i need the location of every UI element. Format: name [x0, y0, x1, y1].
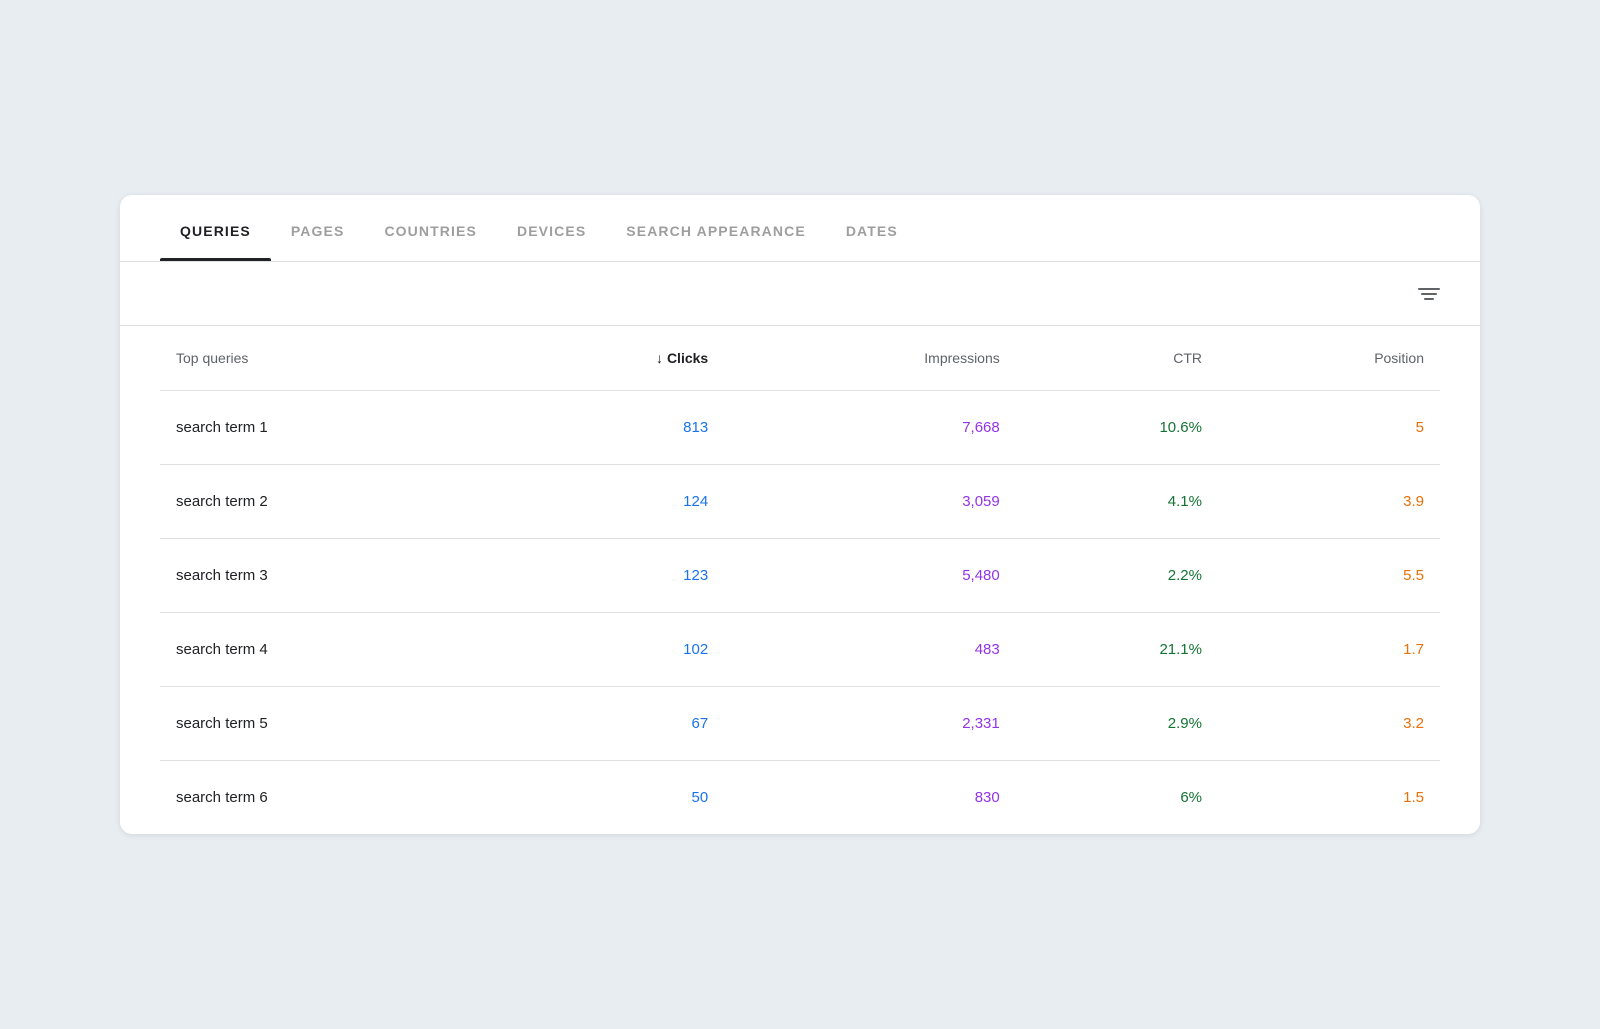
tab-dates[interactable]: DATES	[826, 195, 918, 261]
cell-query: search term 5	[160, 687, 496, 761]
sort-arrow-icon: ↓	[656, 350, 663, 366]
table-row: search term 5672,3312.9%3.2	[160, 687, 1440, 761]
tab-search-appearance[interactable]: SEARCH APPEARANCE	[606, 195, 826, 261]
cell-query: search term 3	[160, 539, 496, 613]
cell-clicks: 102	[496, 613, 725, 687]
filter-line-2	[1421, 293, 1437, 295]
filter-button[interactable]	[1418, 288, 1440, 300]
cell-impressions: 830	[724, 761, 1016, 835]
table-body: search term 18137,66810.6%5search term 2…	[160, 391, 1440, 835]
filter-line-1	[1418, 288, 1440, 290]
cell-position: 1.5	[1218, 761, 1440, 835]
cell-ctr: 2.2%	[1016, 539, 1218, 613]
cell-impressions: 483	[724, 613, 1016, 687]
cell-clicks: 50	[496, 761, 725, 835]
table-row: search term 21243,0594.1%3.9	[160, 465, 1440, 539]
cell-clicks: 123	[496, 539, 725, 613]
data-table-container: Top queries ↓Clicks Impressions CTR Posi…	[120, 326, 1480, 834]
cell-query: search term 2	[160, 465, 496, 539]
tab-queries[interactable]: QUERIES	[160, 195, 271, 261]
tab-pages[interactable]: PAGES	[271, 195, 365, 261]
table-row: search term 31235,4802.2%5.5	[160, 539, 1440, 613]
tabs-nav: QUERIES PAGES COUNTRIES DEVICES SEARCH A…	[120, 195, 1480, 262]
cell-query: search term 6	[160, 761, 496, 835]
cell-clicks: 813	[496, 391, 725, 465]
table-header-row: Top queries ↓Clicks Impressions CTR Posi…	[160, 326, 1440, 391]
cell-position: 3.2	[1218, 687, 1440, 761]
cell-ctr: 10.6%	[1016, 391, 1218, 465]
cell-ctr: 2.9%	[1016, 687, 1218, 761]
col-header-position[interactable]: Position	[1218, 326, 1440, 391]
cell-ctr: 21.1%	[1016, 613, 1218, 687]
cell-impressions: 3,059	[724, 465, 1016, 539]
cell-position: 1.7	[1218, 613, 1440, 687]
cell-ctr: 6%	[1016, 761, 1218, 835]
cell-position: 5.5	[1218, 539, 1440, 613]
col-header-ctr[interactable]: CTR	[1016, 326, 1218, 391]
data-table: Top queries ↓Clicks Impressions CTR Posi…	[160, 326, 1440, 834]
col-header-impressions[interactable]: Impressions	[724, 326, 1016, 391]
filter-line-3	[1424, 298, 1434, 300]
tab-countries[interactable]: COUNTRIES	[364, 195, 497, 261]
tab-devices[interactable]: DEVICES	[497, 195, 606, 261]
cell-query: search term 4	[160, 613, 496, 687]
cell-query: search term 1	[160, 391, 496, 465]
filter-bar	[120, 262, 1480, 326]
cell-impressions: 7,668	[724, 391, 1016, 465]
cell-clicks: 67	[496, 687, 725, 761]
table-row: search term 410248321.1%1.7	[160, 613, 1440, 687]
cell-position: 5	[1218, 391, 1440, 465]
main-card: QUERIES PAGES COUNTRIES DEVICES SEARCH A…	[120, 195, 1480, 834]
table-row: search term 18137,66810.6%5	[160, 391, 1440, 465]
cell-clicks: 124	[496, 465, 725, 539]
cell-impressions: 5,480	[724, 539, 1016, 613]
col-header-clicks[interactable]: ↓Clicks	[496, 326, 725, 391]
col-header-clicks-label: Clicks	[667, 350, 708, 366]
table-row: search term 6508306%1.5	[160, 761, 1440, 835]
cell-ctr: 4.1%	[1016, 465, 1218, 539]
cell-impressions: 2,331	[724, 687, 1016, 761]
col-header-query[interactable]: Top queries	[160, 326, 496, 391]
cell-position: 3.9	[1218, 465, 1440, 539]
